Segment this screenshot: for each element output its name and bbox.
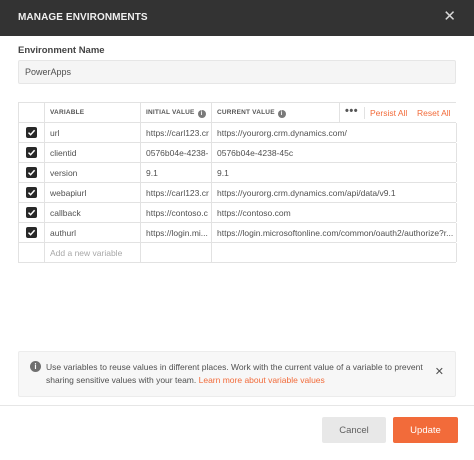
row-checkbox[interactable]: [26, 167, 37, 178]
table-row: clientid 0576b04e-4238- 0576b04e-4238-45…: [19, 143, 457, 163]
environment-name-label: Environment Name: [18, 45, 105, 56]
table-row: webapiurl https://carl123.cr https://you…: [19, 183, 457, 203]
header-current-value: CURRENT VALUE i: [212, 103, 340, 122]
current-value[interactable]: 0576b04e-4238-45c: [212, 143, 457, 162]
learn-more-link[interactable]: Learn more about variable values: [199, 375, 325, 385]
row-checkbox[interactable]: [26, 187, 37, 198]
new-current-value[interactable]: [212, 243, 457, 262]
header-checkbox-cell: [19, 103, 45, 122]
current-value[interactable]: https://yourorg.crm.dynamics.com/api/dat…: [212, 183, 457, 202]
variable-name[interactable]: version: [45, 163, 141, 182]
table-row: version 9.1 9.1: [19, 163, 457, 183]
variable-name[interactable]: clientid: [45, 143, 141, 162]
new-initial-value[interactable]: [141, 243, 212, 262]
more-options-icon[interactable]: •••: [345, 105, 358, 117]
divider: [364, 107, 365, 119]
initial-value[interactable]: 9.1: [141, 163, 212, 182]
current-value[interactable]: https://yourorg.crm.dynamics.com/: [212, 123, 457, 142]
add-variable-row: Add a new variable: [19, 243, 457, 263]
variable-name[interactable]: callback: [45, 203, 141, 222]
info-icon: i: [30, 361, 41, 372]
table-row: callback https://contoso.c https://conto…: [19, 203, 457, 223]
row-checkbox[interactable]: [26, 147, 37, 158]
header-actions: ••• Persist All Reset All: [340, 103, 457, 122]
row-checkbox[interactable]: [26, 127, 37, 138]
header-initial-value: INITIAL VALUE i: [141, 103, 212, 122]
add-variable-input[interactable]: Add a new variable: [45, 243, 141, 262]
initial-value[interactable]: https://contoso.c: [141, 203, 212, 222]
environment-name-input[interactable]: PowerApps: [18, 60, 456, 84]
persist-all-link[interactable]: Persist All: [370, 108, 407, 118]
variable-name[interactable]: webapiurl: [45, 183, 141, 202]
current-value[interactable]: 9.1: [212, 163, 457, 182]
table-header-row: VARIABLE INITIAL VALUE i CURRENT VALUE i •…: [19, 103, 456, 123]
variables-table: VARIABLE INITIAL VALUE i CURRENT VALUE i •…: [18, 102, 457, 263]
dismiss-icon[interactable]: ✕: [435, 367, 444, 378]
reset-all-link[interactable]: Reset All: [417, 108, 451, 118]
dialog-titlebar: MANAGE ENVIRONMENTS ✕: [0, 0, 474, 36]
table-row: authurl https://login.mi... https://logi…: [19, 223, 457, 243]
notice-message: Use variables to reuse values in differe…: [46, 362, 423, 385]
info-notice: i Use variables to reuse values in diffe…: [18, 351, 456, 397]
header-variable: VARIABLE: [45, 103, 141, 122]
cancel-button[interactable]: Cancel: [322, 417, 386, 443]
info-icon[interactable]: i: [197, 110, 206, 118]
variable-name[interactable]: url: [45, 123, 141, 142]
initial-value[interactable]: 0576b04e-4238-: [141, 143, 212, 162]
dialog-title: MANAGE ENVIRONMENTS: [18, 12, 148, 23]
row-checkbox[interactable]: [26, 227, 37, 238]
update-button[interactable]: Update: [393, 417, 458, 443]
initial-value[interactable]: https://carl123.cr: [141, 123, 212, 142]
row-checkbox[interactable]: [26, 207, 37, 218]
info-icon[interactable]: i: [277, 110, 286, 118]
variable-name[interactable]: authurl: [45, 223, 141, 242]
current-value[interactable]: https://contoso.com: [212, 203, 457, 222]
current-value[interactable]: https://login.microsoftonline.com/common…: [212, 223, 457, 242]
initial-value[interactable]: https://carl123.cr: [141, 183, 212, 202]
table-row: url https://carl123.cr https://yourorg.c…: [19, 123, 457, 143]
initial-value[interactable]: https://login.mi...: [141, 223, 212, 242]
close-icon[interactable]: ✕: [443, 9, 456, 24]
footer-divider: [0, 405, 474, 406]
